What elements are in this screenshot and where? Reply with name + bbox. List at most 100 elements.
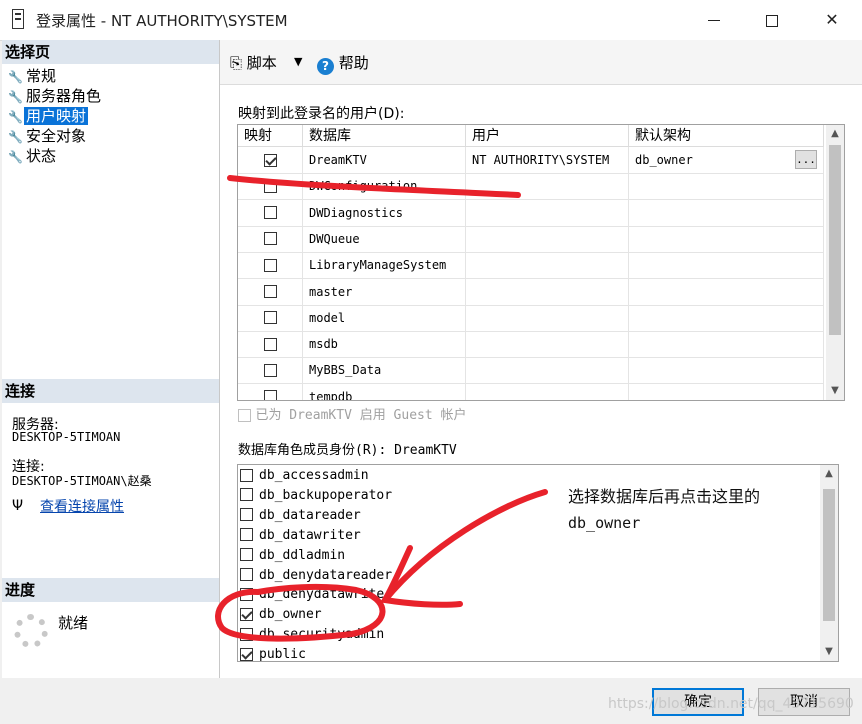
map-checkbox[interactable] bbox=[263, 258, 277, 272]
role-checkbox[interactable] bbox=[240, 587, 253, 601]
map-cell[interactable] bbox=[238, 147, 303, 173]
nav-item-server-roles[interactable]: 🔧 服务器角色 bbox=[8, 86, 103, 106]
guest-checkbox-row[interactable]: 已为 DreamKTV 启用 Guest 帐户 bbox=[238, 404, 467, 423]
maximize-button[interactable] bbox=[742, 0, 802, 40]
user-cell[interactable] bbox=[466, 357, 629, 384]
table-row[interactable]: LibraryManageSystem bbox=[238, 252, 824, 280]
help-button[interactable]: ? 帮助 bbox=[317, 52, 369, 75]
column-header-database[interactable]: 数据库 bbox=[303, 125, 466, 147]
schema-cell[interactable] bbox=[629, 331, 824, 358]
close-button[interactable]: ✕ bbox=[802, 0, 862, 40]
user-cell[interactable] bbox=[466, 199, 629, 226]
map-checkbox[interactable] bbox=[263, 153, 277, 167]
map-checkbox[interactable] bbox=[263, 206, 277, 220]
role-checkbox[interactable] bbox=[240, 607, 253, 621]
map-checkbox[interactable] bbox=[263, 179, 277, 193]
role-checkbox[interactable] bbox=[240, 508, 253, 522]
role-checkbox[interactable] bbox=[240, 488, 253, 502]
map-cell[interactable] bbox=[238, 199, 303, 226]
role-item[interactable]: db_owner bbox=[240, 604, 322, 624]
schema-cell[interactable] bbox=[629, 225, 824, 252]
schema-cell[interactable] bbox=[629, 199, 824, 226]
grid-scrollbar[interactable]: ▲ ▼ bbox=[826, 125, 844, 400]
table-row[interactable]: DWConfiguration bbox=[238, 173, 824, 201]
map-cell[interactable] bbox=[238, 304, 303, 331]
database-cell[interactable]: tempdb bbox=[303, 383, 466, 400]
schema-cell[interactable] bbox=[629, 357, 824, 384]
role-checkbox[interactable] bbox=[240, 528, 253, 542]
map-checkbox[interactable] bbox=[263, 285, 277, 298]
scroll-up-icon[interactable]: ▲ bbox=[820, 465, 838, 483]
table-row[interactable]: MyBBS_Data bbox=[238, 357, 824, 385]
role-item[interactable]: db_backupoperator bbox=[240, 485, 392, 505]
role-checkbox[interactable] bbox=[240, 568, 253, 581]
database-cell[interactable]: model bbox=[303, 304, 466, 331]
map-cell[interactable] bbox=[238, 252, 303, 279]
guest-checkbox[interactable] bbox=[238, 408, 251, 422]
role-item[interactable]: db_ddladmin bbox=[240, 545, 345, 565]
nav-item-status[interactable]: 🔧 状态 bbox=[8, 146, 58, 166]
role-item[interactable]: db_denydatawriter bbox=[240, 584, 392, 604]
map-checkbox[interactable] bbox=[263, 363, 277, 377]
database-cell[interactable]: DWConfiguration bbox=[303, 173, 466, 200]
role-item[interactable]: db_datareader bbox=[240, 505, 361, 525]
column-header-user[interactable]: 用户 bbox=[466, 125, 629, 147]
map-cell[interactable] bbox=[238, 383, 303, 400]
map-checkbox[interactable] bbox=[263, 390, 277, 400]
table-row[interactable]: model bbox=[238, 304, 824, 332]
map-checkbox[interactable] bbox=[263, 232, 277, 246]
user-cell[interactable]: NT AUTHORITY\SYSTEM bbox=[466, 147, 629, 173]
role-item[interactable]: db_denydatareader bbox=[240, 565, 392, 585]
role-checkbox[interactable] bbox=[240, 647, 253, 661]
user-cell[interactable] bbox=[466, 278, 629, 305]
table-row[interactable]: master bbox=[238, 278, 824, 306]
table-row[interactable]: DWDiagnostics bbox=[238, 199, 824, 227]
database-cell[interactable]: DWDiagnostics bbox=[303, 199, 466, 226]
role-item[interactable]: db_securityadmin bbox=[240, 624, 384, 644]
map-checkbox[interactable] bbox=[263, 311, 277, 325]
nav-item-user-mapping[interactable]: 🔧 用户映射 bbox=[8, 106, 89, 126]
user-cell[interactable] bbox=[466, 304, 629, 331]
map-cell[interactable] bbox=[238, 357, 303, 384]
schema-cell[interactable] bbox=[629, 278, 824, 305]
user-cell[interactable] bbox=[466, 225, 629, 252]
role-item[interactable]: db_datawriter bbox=[240, 525, 361, 545]
table-row[interactable]: tempdb bbox=[238, 383, 824, 400]
role-checkbox[interactable] bbox=[240, 627, 253, 641]
schema-browse-button[interactable]: ... bbox=[795, 150, 817, 169]
scroll-down-icon[interactable]: ▼ bbox=[820, 643, 838, 661]
role-scrollbar[interactable]: ▲ ▼ bbox=[820, 465, 838, 661]
schema-cell[interactable]: db_owner... bbox=[629, 147, 824, 173]
nav-item-securables[interactable]: 🔧 安全对象 bbox=[8, 126, 88, 146]
map-cell[interactable] bbox=[238, 225, 303, 252]
view-connection-properties-link[interactable]: 查看连接属性 bbox=[40, 496, 124, 516]
user-cell[interactable] bbox=[466, 331, 629, 358]
table-row[interactable]: DreamKTV NT AUTHORITY\SYSTEM db_owner... bbox=[238, 147, 824, 174]
schema-cell[interactable] bbox=[629, 173, 824, 200]
column-header-map[interactable]: 映射 bbox=[238, 125, 303, 147]
database-cell[interactable]: LibraryManageSystem bbox=[303, 252, 466, 279]
role-checkbox[interactable] bbox=[240, 548, 253, 562]
database-cell[interactable]: master bbox=[303, 278, 466, 305]
user-cell[interactable] bbox=[466, 173, 629, 200]
schema-cell[interactable] bbox=[629, 304, 824, 331]
role-item[interactable]: db_accessadmin bbox=[240, 465, 369, 485]
scroll-down-icon[interactable]: ▼ bbox=[826, 382, 844, 400]
database-cell[interactable]: DreamKTV bbox=[303, 147, 466, 173]
user-cell[interactable] bbox=[466, 383, 629, 400]
database-cell[interactable]: DWQueue bbox=[303, 225, 466, 252]
table-row[interactable]: DWQueue bbox=[238, 225, 824, 253]
schema-cell[interactable] bbox=[629, 383, 824, 400]
nav-item-general[interactable]: 🔧 常规 bbox=[8, 66, 58, 86]
script-dropdown-chevron-down-icon[interactable]: ▼ bbox=[294, 55, 302, 68]
scroll-thumb[interactable] bbox=[823, 489, 835, 621]
role-checkbox[interactable] bbox=[240, 468, 253, 482]
map-cell[interactable] bbox=[238, 331, 303, 358]
role-item[interactable]: public bbox=[240, 644, 306, 661]
schema-cell[interactable] bbox=[629, 252, 824, 279]
column-header-schema[interactable]: 默认架构 bbox=[629, 125, 824, 147]
scroll-thumb[interactable] bbox=[829, 145, 841, 335]
database-cell[interactable]: msdb bbox=[303, 331, 466, 358]
map-checkbox[interactable] bbox=[263, 337, 277, 351]
database-cell[interactable]: MyBBS_Data bbox=[303, 357, 466, 384]
